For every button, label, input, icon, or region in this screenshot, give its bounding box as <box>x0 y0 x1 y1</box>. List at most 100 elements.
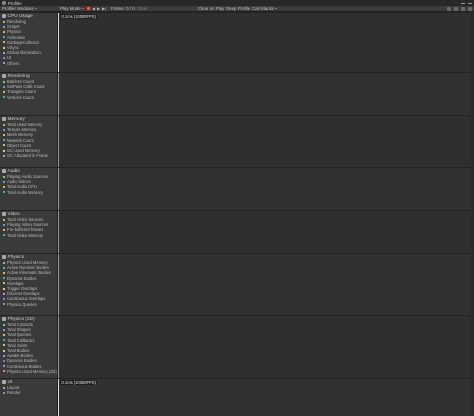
minimize-icon[interactable] <box>461 2 465 4</box>
record-icon <box>86 6 91 11</box>
series-color-swatch <box>3 266 5 269</box>
series-color-swatch <box>3 144 5 147</box>
series-color-swatch <box>3 271 5 274</box>
frame-time-label: 0.1ms (10000FPS) <box>60 14 98 19</box>
graph-area-video[interactable] <box>58 210 474 253</box>
series-color-swatch <box>3 328 5 331</box>
module-title: Audio <box>7 168 20 174</box>
series-color-swatch <box>3 46 5 49</box>
module-title: Memory <box>7 116 25 122</box>
series-color-swatch <box>3 191 5 194</box>
series-color-swatch <box>3 365 5 368</box>
series-color-swatch <box>3 128 5 131</box>
graph-area-physics2d[interactable] <box>58 315 474 378</box>
step-back-icon: ◀ <box>92 6 96 11</box>
call-stacks-label: Call Stacks <box>252 6 274 11</box>
deep-profile-toggle[interactable]: Deep Profile <box>226 6 252 12</box>
series-color-swatch <box>3 333 5 336</box>
series-color-swatch <box>3 139 5 142</box>
frame-selection-line[interactable] <box>58 116 59 167</box>
counter-label: Physics Used Memory (2D) <box>7 368 57 374</box>
clear-on-play-label: Clear on Play <box>198 6 225 11</box>
module-counter-item[interactable]: Physics Queries <box>0 302 58 307</box>
frame-selection-line[interactable] <box>58 211 59 253</box>
play-mode-label: Play Mode <box>60 6 81 11</box>
chevron-down-icon <box>34 8 37 9</box>
frame-selection-line[interactable] <box>58 168 59 210</box>
graph-area-audio[interactable] <box>58 167 474 210</box>
record-button[interactable] <box>85 6 92 12</box>
graph-area-ui[interactable]: 0.1ms (10000FPS) <box>58 378 474 416</box>
profiler-modules-dropdown[interactable]: Profiler Modules <box>0 6 58 12</box>
series-color-swatch <box>3 96 5 99</box>
module-title: Rendering <box>7 73 30 79</box>
graph-area-rendering[interactable] <box>58 72 474 115</box>
series-color-swatch <box>3 185 5 188</box>
module-title: Physics (2D) <box>7 316 35 322</box>
frame-selection-line[interactable] <box>58 254 59 315</box>
profiler-icon <box>2 1 6 5</box>
step-forward-icon: ▶ <box>97 6 101 11</box>
clear-label: Clear <box>137 6 148 11</box>
clear-on-play-toggle[interactable]: Clear on Play <box>198 6 226 12</box>
module-counter-item[interactable]: Total Video Memory <box>0 233 58 238</box>
profiler-modules-label: Profiler Modules <box>2 6 34 11</box>
more-options-icon[interactable] <box>468 7 472 11</box>
counter-label: Vertices Count <box>7 94 34 100</box>
cpu-icon <box>1 14 6 18</box>
series-color-swatch <box>3 20 5 23</box>
series-color-swatch <box>3 386 5 389</box>
save-icon[interactable] <box>454 7 458 11</box>
module-physics2d: Physics (2D) Total Contacts Total Shapes To… <box>0 315 58 378</box>
graph-area-cpu[interactable]: 0.1ms (10000FPS) <box>58 12 474 72</box>
deep-profile-label: Deep Profile <box>226 6 251 11</box>
series-color-swatch <box>3 154 5 157</box>
series-color-swatch <box>3 349 5 352</box>
series-color-swatch <box>3 323 5 326</box>
graph-area-physics[interactable] <box>58 253 474 315</box>
module-counter-item[interactable]: Physics Used Memory (2D) <box>0 369 58 374</box>
module-counter-item[interactable]: Render <box>0 390 58 395</box>
series-color-swatch <box>3 370 5 373</box>
frame-time-label: 0.1ms (10000FPS) <box>60 380 98 385</box>
current-frame-button[interactable]: ▶| <box>102 6 109 12</box>
series-color-swatch <box>3 175 5 178</box>
module-counter-item[interactable]: Vertices Count <box>0 95 58 100</box>
maximize-icon[interactable] <box>468 2 472 4</box>
frame-selection-line[interactable] <box>58 13 59 72</box>
module-title: UI <box>7 379 13 385</box>
chevron-down-icon <box>81 8 84 9</box>
module-counter-item[interactable]: Total Audio Memory <box>0 190 58 195</box>
series-color-swatch <box>3 354 5 357</box>
play-mode-dropdown[interactable]: Play Mode <box>58 6 85 12</box>
load-icon[interactable] <box>447 7 451 11</box>
series-color-swatch <box>3 36 5 39</box>
counter-label: GC Allocated in Frame <box>7 153 49 159</box>
module-audio: Audio Playing Audio Sources Audio Voices To… <box>0 167 58 210</box>
frame-selection-line[interactable] <box>58 379 59 416</box>
module-counter-item[interactable]: GC Allocated in Frame <box>0 153 58 158</box>
physics2d-icon <box>1 317 6 321</box>
profiler-content: CPU Usage Rendering Scripts Physics Animatio… <box>0 12 474 416</box>
counter-label: Total Video Memory <box>7 232 44 238</box>
graph-area-memory[interactable] <box>58 115 474 167</box>
module-counter-item[interactable]: Others <box>0 61 58 66</box>
audio-icon <box>1 169 6 173</box>
counter-label: Physics Queries <box>7 301 37 307</box>
settings-icon[interactable] <box>461 7 465 11</box>
frame-counter: Frame: 0 / 0 <box>109 6 137 12</box>
counter-label: Total Audio Memory <box>7 189 43 195</box>
call-stacks-dropdown[interactable]: Call Stacks <box>252 6 282 12</box>
module-memory: Memory Total Used Memory Texture Memory Mes… <box>0 115 58 167</box>
series-color-swatch <box>3 133 5 136</box>
series-color-swatch <box>3 261 5 264</box>
clear-button[interactable]: Clear <box>137 6 198 12</box>
series-color-swatch <box>3 287 5 290</box>
module-rendering: Rendering Batches Count SetPass Calls Coun… <box>0 72 58 115</box>
series-color-swatch <box>3 344 5 347</box>
frame-selection-line[interactable] <box>58 316 59 378</box>
series-color-swatch <box>3 123 5 126</box>
physics-icon <box>1 255 6 259</box>
frame-selection-line[interactable] <box>58 73 59 115</box>
series-color-swatch <box>3 51 5 54</box>
